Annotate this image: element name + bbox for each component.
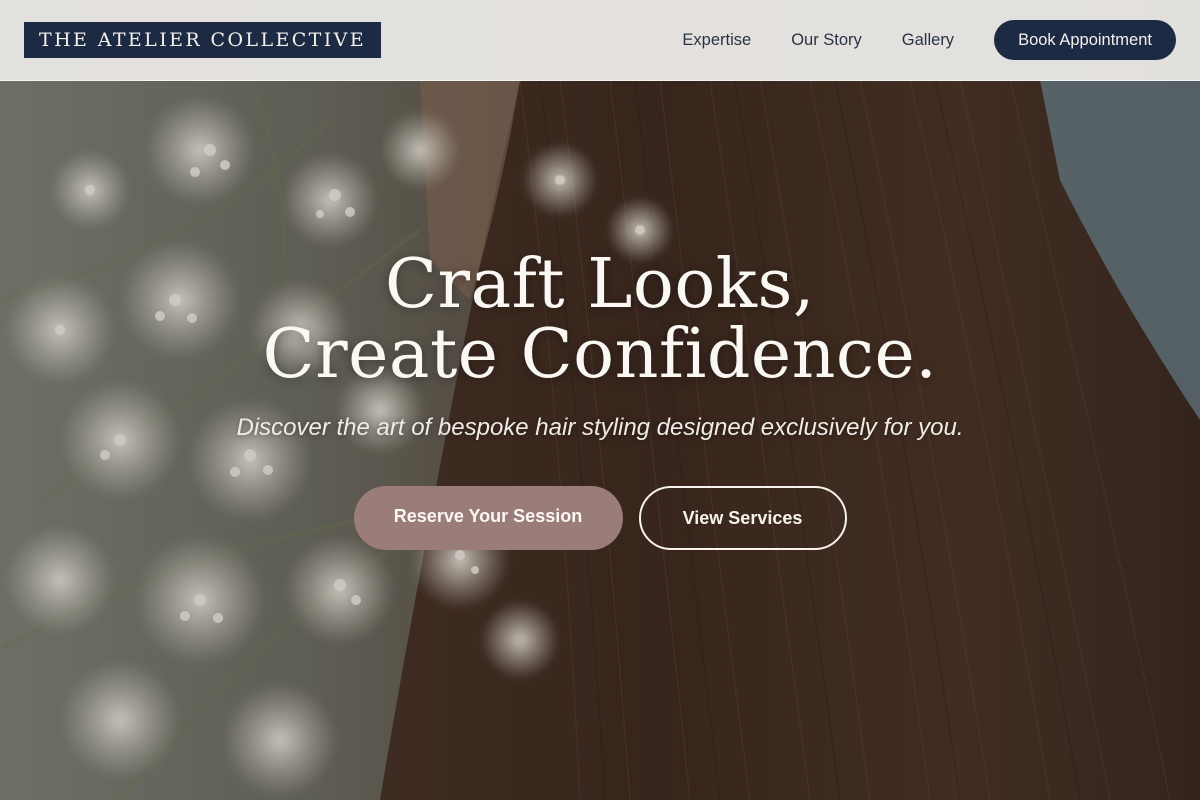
nav-link-expertise[interactable]: Expertise [682, 31, 751, 50]
main-nav: Expertise Our Story Gallery Book Appoint… [682, 20, 1176, 60]
site-header: THE ATELIER COLLECTIVE Expertise Our Sto… [0, 0, 1200, 81]
brand-logo[interactable]: THE ATELIER COLLECTIVE [24, 22, 382, 58]
hero-title-line-2: Create Confidence. [262, 315, 938, 394]
hero-title: Craft Looks, Create Confidence. [0, 250, 1200, 390]
book-appointment-button[interactable]: Book Appointment [994, 20, 1176, 60]
view-services-button[interactable]: View Services [638, 486, 847, 550]
hero-section: Craft Looks, Create Confidence. Discover… [0, 250, 1200, 550]
hero-title-line-1: Craft Looks, [385, 245, 815, 324]
reserve-session-button[interactable]: Reserve Your Session [353, 486, 623, 550]
hero-cta-group: Reserve Your Session View Services [0, 486, 1200, 550]
nav-link-gallery[interactable]: Gallery [902, 31, 954, 50]
hero-subtitle: Discover the art of bespoke hair styling… [236, 414, 964, 441]
nav-link-our-story[interactable]: Our Story [791, 31, 862, 50]
